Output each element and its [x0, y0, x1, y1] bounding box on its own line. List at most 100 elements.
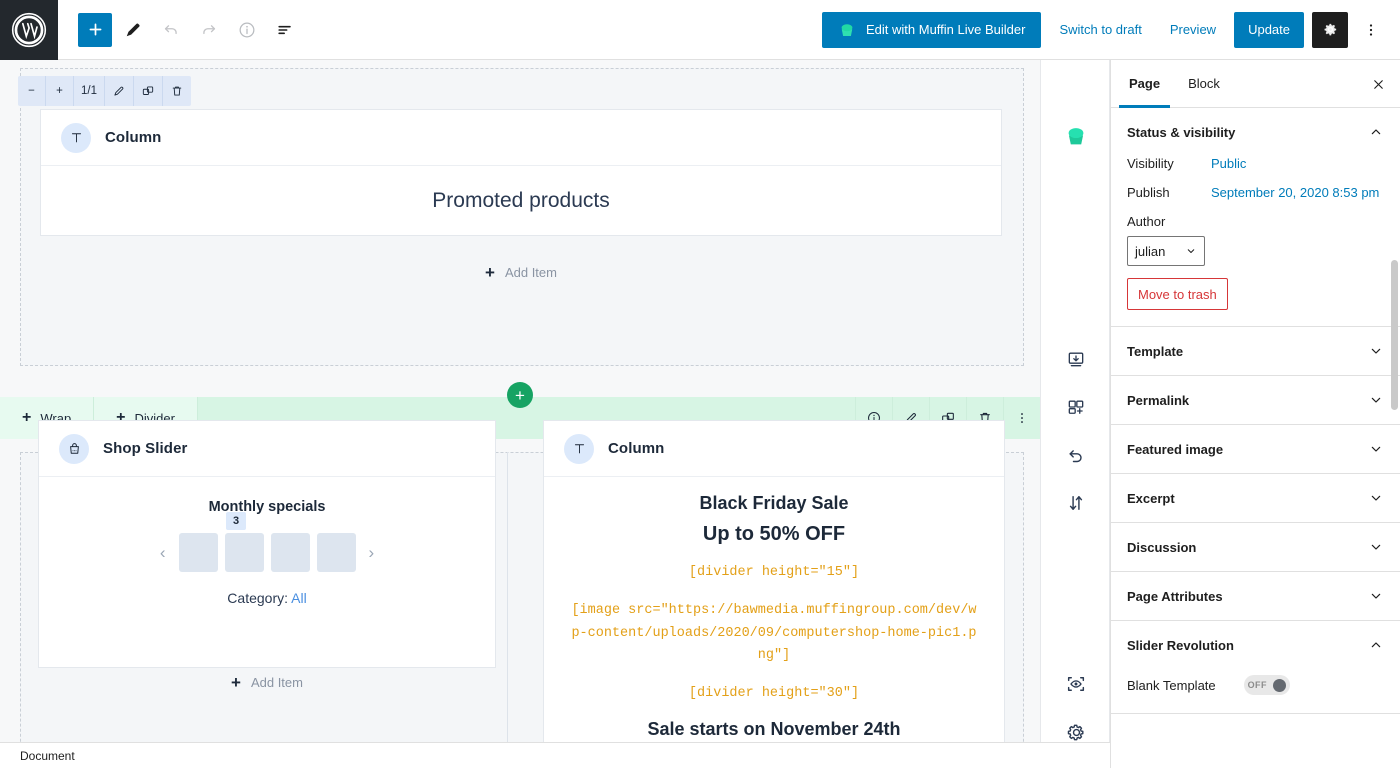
slide-placeholder[interactable] [224, 533, 264, 572]
block-title: Shop Slider [103, 440, 188, 457]
author-value: julian [1135, 243, 1166, 259]
shortcode-image: [image src="https://bawmedia.muffingroup… [571, 603, 977, 663]
muffin-builder-logo-button[interactable] [1041, 112, 1111, 160]
visibility-value-button[interactable]: Public [1211, 156, 1246, 171]
sidebar-scrollbar[interactable] [1391, 260, 1398, 410]
move-to-trash-button[interactable]: Move to trash [1127, 278, 1228, 310]
section-more-button[interactable] [1003, 397, 1040, 439]
settings-button[interactable] [1312, 11, 1348, 48]
author-label: Author [1127, 214, 1166, 229]
duplicate-icon [142, 86, 154, 95]
panel-title: Status & visibility [1127, 124, 1236, 140]
duplicate-block-button[interactable] [134, 76, 163, 106]
builder-icon-rail [1040, 60, 1110, 768]
block-header: Shop Slider [39, 421, 495, 477]
shop-slider-block[interactable]: Shop Slider Monthly specials ‹ › 3 Categ… [38, 420, 496, 668]
panel-page-attributes-header[interactable]: Page Attributes [1111, 572, 1400, 620]
pencil-icon [114, 86, 124, 96]
list-view-button[interactable] [268, 13, 302, 47]
edit-with-muffin-live-builder-button[interactable]: Edit with Muffin Live Builder [822, 11, 1042, 48]
promo-subheading: Up to 50% OFF [702, 523, 846, 545]
column-block-promoted[interactable]: Column Promoted products [40, 109, 1002, 236]
gear-icon [1324, 23, 1336, 36]
category-line: Category: All [39, 590, 495, 606]
panel-excerpt-header[interactable]: Excerpt [1111, 474, 1400, 522]
panel-title: Slider Revolution [1127, 637, 1234, 653]
slide-placeholder[interactable] [178, 533, 218, 572]
block-title: Column [608, 440, 665, 457]
panel-permalink-header[interactable]: Permalink [1111, 376, 1400, 424]
slider-prev-arrow[interactable]: ‹ [154, 543, 172, 563]
kebab-menu-icon [1021, 413, 1023, 423]
add-item-button-slider[interactable]: + Add Item [38, 668, 496, 696]
blank-template-label: Blank Template [1127, 677, 1216, 693]
panel-template-header[interactable]: Template [1111, 327, 1400, 375]
undo-rail-button[interactable] [1041, 431, 1111, 479]
close-sidebar-button[interactable] [1366, 72, 1390, 96]
column-ratio-label[interactable]: 1/1 [74, 76, 105, 106]
undo-button[interactable] [154, 13, 188, 47]
panel-slider-revolution: Slider Revolution Blank Template OFF [1111, 621, 1400, 714]
wordpress-logo-icon [11, 12, 47, 47]
switch-to-draft-button[interactable]: Switch to draft [1049, 12, 1151, 48]
delete-block-button[interactable] [163, 76, 191, 106]
panel-discussion-header[interactable]: Discussion [1111, 523, 1400, 571]
increase-columns-button[interactable]: + [46, 76, 74, 106]
document-breadcrumb[interactable]: Document [20, 749, 75, 763]
redo-arrow-icon [203, 24, 216, 34]
panel-featured-image-header[interactable]: Featured image [1111, 425, 1400, 473]
preview-rail-button[interactable] [1041, 660, 1111, 708]
panel-page-attributes: Page Attributes [1111, 572, 1400, 621]
add-template-button[interactable] [1041, 383, 1111, 431]
promo-column-block[interactable]: Column Black Friday Sale Up to 50% OFF [… [543, 420, 1005, 742]
promo-content[interactable]: Black Friday Sale Up to 50% OFF [divider… [544, 477, 1004, 740]
publish-label: Publish [1127, 185, 1170, 200]
more-options-button[interactable] [1356, 12, 1386, 48]
slide-placeholder[interactable] [270, 533, 310, 572]
panel-permalink: Permalink [1111, 376, 1400, 425]
status-bar: Document [0, 742, 1110, 768]
details-button[interactable] [230, 13, 264, 47]
plus-icon: + [485, 262, 495, 282]
slider-preview: Monthly specials ‹ › 3 Category: All [39, 477, 495, 606]
promoted-products-text: Promoted products [432, 189, 610, 212]
panel-status-visibility: Status & visibility Visibility Public Pu… [1111, 108, 1400, 327]
panel-slider-revolution-header[interactable]: Slider Revolution [1111, 621, 1400, 669]
promo-heading: Black Friday Sale [699, 493, 849, 513]
panel-status-visibility-header[interactable]: Status & visibility [1111, 108, 1400, 156]
add-section-icon [1068, 352, 1084, 367]
panel-title: Page Attributes [1127, 588, 1223, 604]
add-template-icon [1068, 400, 1084, 414]
editor-canvas: − + 1/1 Column Promoted products + Add I… [0, 60, 1040, 742]
update-button[interactable]: Update [1234, 11, 1304, 48]
eye-frame-icon [1067, 677, 1085, 691]
preview-button[interactable]: Preview [1160, 12, 1226, 48]
blank-template-toggle[interactable]: OFF [1243, 675, 1290, 695]
slide-placeholder[interactable] [316, 533, 356, 572]
redo-button[interactable] [192, 13, 226, 47]
category-label: Category: [227, 590, 288, 606]
wordpress-logo-button[interactable] [0, 0, 58, 60]
slider-next-arrow[interactable]: › [363, 543, 381, 563]
promo-tail-text: Sale starts on November 24th [647, 719, 901, 740]
plus-icon [89, 23, 101, 36]
add-section-button[interactable] [1041, 335, 1111, 383]
tab-page[interactable]: Page [1115, 60, 1174, 108]
publish-date-button[interactable]: September 20, 2020 8:53 pm [1211, 185, 1379, 200]
edit-block-button[interactable] [105, 76, 134, 106]
edit-tool-button[interactable] [116, 13, 150, 47]
chevron-down-icon [1371, 544, 1381, 550]
slide-count-badge: 3 [226, 512, 247, 530]
add-block-button[interactable] [78, 12, 112, 47]
panel-title: Template [1127, 343, 1184, 359]
author-select[interactable]: julian [1127, 236, 1205, 266]
chevron-down-icon [1187, 249, 1195, 253]
decrease-columns-button[interactable]: − [18, 76, 46, 106]
reorder-button[interactable] [1041, 479, 1111, 527]
insert-section-button[interactable]: + [507, 382, 533, 408]
category-value[interactable]: All [291, 590, 307, 606]
add-item-button-top[interactable]: + Add Item [40, 258, 1002, 286]
tab-block[interactable]: Block [1174, 60, 1234, 108]
toggle-knob [1272, 678, 1286, 692]
chevron-down-icon [1371, 593, 1381, 599]
